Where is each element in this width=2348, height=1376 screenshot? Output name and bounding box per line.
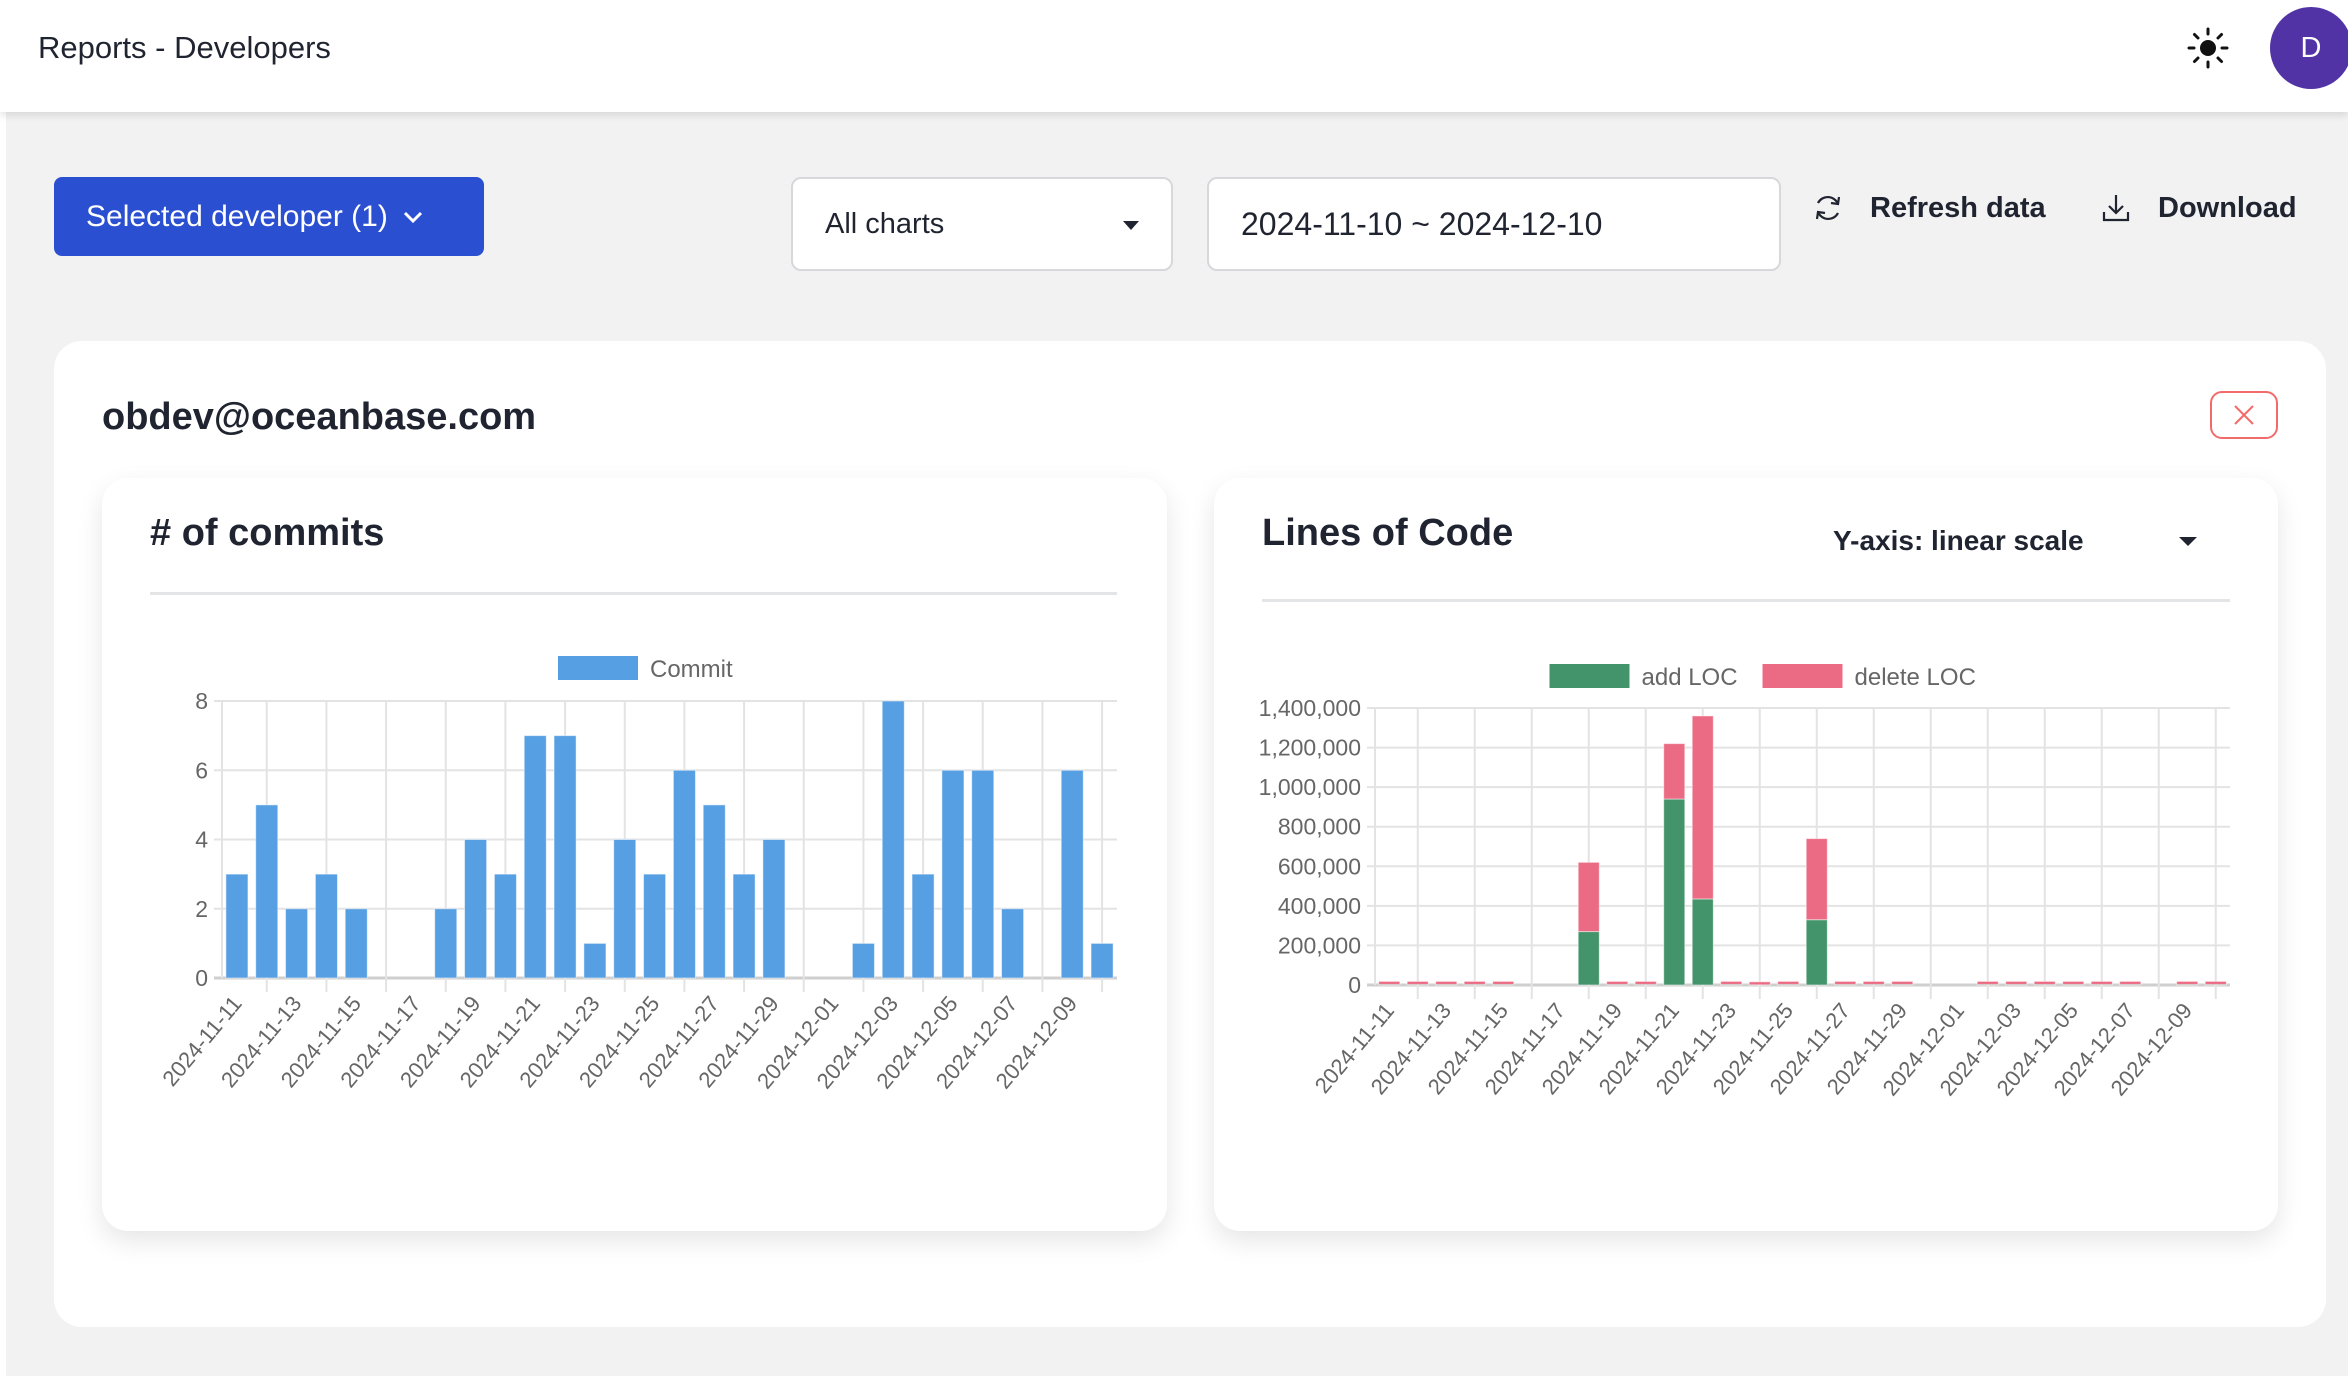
remove-developer-button[interactable]	[2210, 391, 2278, 439]
caret-down-icon	[2179, 537, 2197, 546]
refresh-data-button[interactable]: Refresh data	[1812, 186, 2046, 230]
charts-select-value: All charts	[825, 207, 945, 240]
selected-developer-button[interactable]: Selected developer (1)	[54, 177, 484, 256]
user-avatar[interactable]: D	[2270, 7, 2348, 89]
y-axis-scale-value: Y-axis: linear scale	[1833, 525, 2084, 556]
commits-chart-card	[102, 478, 1167, 1231]
left-edge	[0, 112, 6, 1376]
loc-chart-title: Lines of Code	[1262, 512, 1514, 554]
refresh-data-label: Refresh data	[1870, 191, 2046, 224]
theme-toggle-button[interactable]	[2186, 26, 2230, 70]
date-range-input[interactable]: 2024-11-10 ~ 2024-12-10	[1207, 177, 1781, 271]
refresh-icon	[1815, 195, 1841, 221]
download-label: Download	[2158, 191, 2297, 224]
commits-chart-title: # of commits	[150, 512, 385, 554]
charts-select[interactable]: All charts	[791, 177, 1173, 271]
avatar-initial: D	[2300, 31, 2322, 64]
date-range-value: 2024-11-10 ~ 2024-12-10	[1241, 205, 1603, 242]
y-axis-scale-select[interactable]: Y-axis: linear scale	[1833, 525, 2203, 557]
download-button[interactable]: Download	[2100, 186, 2297, 230]
caret-down-icon	[1123, 221, 1139, 230]
sun-icon	[2187, 27, 2229, 69]
page-title: Reports - Developers	[38, 30, 331, 65]
chevron-down-icon	[403, 211, 422, 223]
developer-email: obdev@oceanbase.com	[102, 396, 537, 438]
commits-divider	[150, 592, 1117, 595]
loc-chart-card	[1214, 478, 2278, 1231]
selected-developer-label: Selected developer (1)	[86, 199, 388, 233]
close-icon	[2234, 405, 2254, 425]
top-bar: Reports - Developers D	[0, 0, 2348, 112]
download-icon	[2102, 195, 2130, 222]
loc-divider	[1262, 599, 2230, 602]
